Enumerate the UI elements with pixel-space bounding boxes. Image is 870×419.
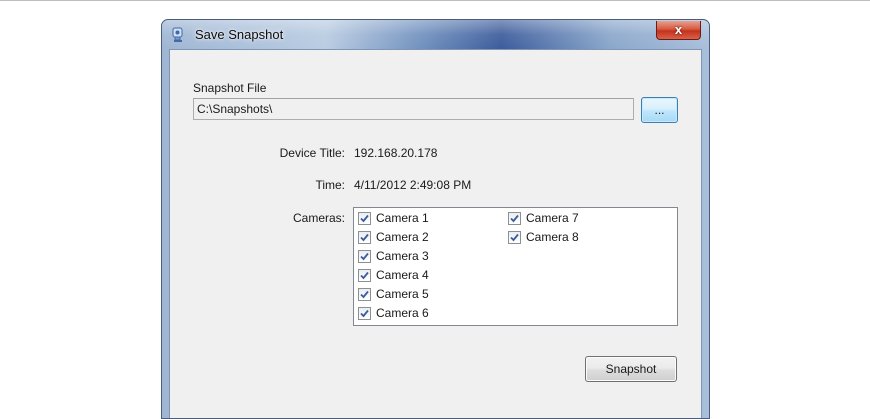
- checkmark-icon: [360, 271, 369, 279]
- snapshot-file-input[interactable]: [193, 98, 634, 120]
- dialog-client-area: Snapshot File ... Device Title: 192.168.…: [169, 49, 702, 418]
- checkmark-icon: [510, 214, 519, 222]
- save-snapshot-dialog: Save Snapshot x Snapshot File ... Device…: [161, 19, 710, 419]
- camera-item-label: Camera 5: [376, 287, 429, 301]
- camera-item-5[interactable]: Camera 5: [358, 285, 429, 303]
- camera-item-4[interactable]: Camera 4: [358, 266, 429, 284]
- camera-app-icon: [172, 27, 183, 42]
- checkmark-icon: [510, 233, 519, 241]
- time-value: 4/11/2012 2:49:08 PM: [354, 178, 472, 192]
- camera-1-checkbox[interactable]: [358, 211, 371, 225]
- camera-item-label: Camera 1: [376, 211, 429, 225]
- cameras-checklist[interactable]: Camera 1 Camera 2 Camera 3 Camera 4 Came…: [353, 207, 678, 326]
- camera-6-checkbox[interactable]: [358, 306, 371, 320]
- checkmark-icon: [360, 290, 369, 298]
- cameras-label: Cameras:: [292, 211, 345, 225]
- camera-item-7[interactable]: Camera 7: [508, 209, 579, 227]
- camera-item-label: Camera 7: [526, 211, 579, 225]
- time-label: Time:: [315, 178, 345, 192]
- browse-button[interactable]: ...: [641, 97, 678, 123]
- close-button[interactable]: x: [656, 21, 701, 40]
- checkmark-icon: [360, 309, 369, 317]
- checkmark-icon: [360, 233, 369, 241]
- window-title: Save Snapshot: [195, 27, 284, 42]
- camera-5-checkbox[interactable]: [358, 287, 371, 301]
- snapshot-file-label: Snapshot File: [193, 81, 267, 95]
- camera-4-checkbox[interactable]: [358, 268, 371, 282]
- checkmark-icon: [360, 252, 369, 260]
- camera-item-label: Camera 2: [376, 230, 429, 244]
- camera-item-label: Camera 3: [376, 249, 429, 263]
- checkmark-icon: [360, 214, 369, 222]
- camera-3-checkbox[interactable]: [358, 249, 371, 263]
- camera-item-2[interactable]: Camera 2: [358, 228, 429, 246]
- camera-item-label: Camera 8: [526, 230, 579, 244]
- device-title-label: Device Title:: [279, 146, 345, 160]
- page-top-rule: [0, 0, 870, 1]
- snapshot-button[interactable]: Snapshot: [585, 356, 677, 382]
- camera-item-3[interactable]: Camera 3: [358, 247, 429, 265]
- camera-item-8[interactable]: Camera 8: [508, 228, 579, 246]
- camera-item-label: Camera 6: [376, 306, 429, 320]
- camera-2-checkbox[interactable]: [358, 230, 371, 244]
- camera-8-checkbox[interactable]: [508, 230, 521, 244]
- camera-item-label: Camera 4: [376, 268, 429, 282]
- device-title-value: 192.168.20.178: [354, 146, 438, 160]
- camera-item-6[interactable]: Camera 6: [358, 304, 429, 322]
- camera-7-checkbox[interactable]: [508, 211, 521, 225]
- close-icon: x: [674, 22, 683, 37]
- camera-item-1[interactable]: Camera 1: [358, 209, 429, 227]
- title-bar[interactable]: Save Snapshot x: [162, 20, 709, 49]
